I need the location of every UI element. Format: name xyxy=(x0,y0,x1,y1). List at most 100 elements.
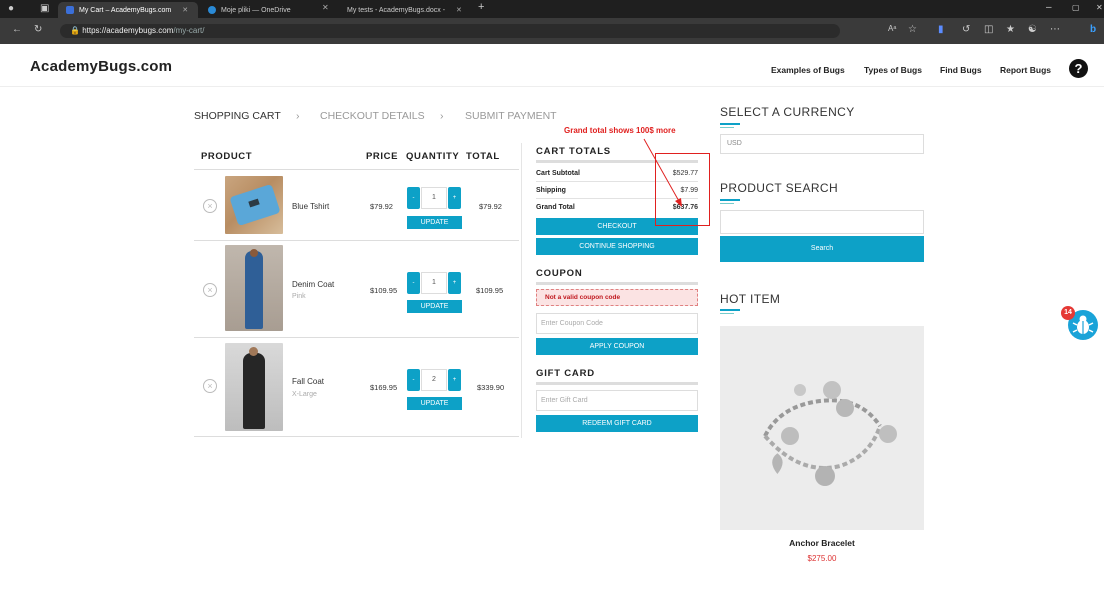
continue-shopping-button[interactable]: CONTINUE SHOPPING xyxy=(536,238,698,255)
qty-input[interactable]: 1 xyxy=(421,272,447,294)
title-accent xyxy=(720,127,734,128)
favorite-star-icon[interactable]: ☆ xyxy=(908,24,917,35)
restore-icon[interactable]: ▢ xyxy=(1072,3,1080,12)
shipping-label: Shipping xyxy=(536,187,566,194)
qty-plus-button[interactable]: + xyxy=(448,369,461,391)
denim-coat-shape xyxy=(245,251,263,329)
nav-find-bugs[interactable]: Find Bugs xyxy=(940,65,982,75)
qty-minus-button[interactable]: - xyxy=(407,272,420,294)
product-price: $109.95 xyxy=(370,286,398,295)
table-divider xyxy=(194,337,519,338)
gift-card-input[interactable]: Enter Gift Card xyxy=(536,390,698,411)
coupon-title: COUPON xyxy=(536,268,583,279)
title-accent xyxy=(720,313,734,314)
subtotal-label: Cart Subtotal xyxy=(536,170,580,177)
product-name[interactable]: Blue Tshirt xyxy=(292,202,329,211)
qty-input[interactable]: 2 xyxy=(421,369,447,391)
url-host: https://academybugs.com xyxy=(82,26,174,35)
split-screen-icon[interactable]: ◫ xyxy=(984,24,993,35)
url-field[interactable]: 🔒 https://academybugs.com/my-cart/ xyxy=(60,24,840,38)
workspaces-icon[interactable]: ▣ xyxy=(40,3,49,14)
product-thumbnail[interactable] xyxy=(225,176,283,234)
bitwarden-extension-icon[interactable]: ▮ xyxy=(938,24,944,35)
title-accent xyxy=(720,123,740,125)
bing-copilot-icon[interactable]: b xyxy=(1090,24,1096,35)
product-search-input[interactable] xyxy=(720,210,924,234)
browser-address-bar: ← ↻ 🔒 https://academybugs.com/my-cart/ A… xyxy=(0,18,1104,44)
new-tab-button[interactable]: + xyxy=(478,1,484,13)
product-thumbnail[interactable] xyxy=(225,343,283,431)
site-logo[interactable]: AcademyBugs.com xyxy=(30,58,172,75)
step-checkout-details: CHECKOUT DETAILS xyxy=(320,110,425,122)
qty-input[interactable]: 1 xyxy=(421,187,447,209)
col-header-total: TOTAL xyxy=(466,151,500,162)
product-variant: Pink xyxy=(292,293,306,300)
back-icon[interactable]: ← xyxy=(12,24,22,35)
tab-onedrive[interactable]: Moje pliki — OneDrive xyxy=(200,2,318,18)
update-button[interactable]: UPDATE xyxy=(407,216,462,229)
close-tab-icon[interactable]: ✕ xyxy=(456,6,462,14)
hot-item-image[interactable] xyxy=(720,326,924,530)
bug-annotation-text: Grand total shows 100$ more xyxy=(564,126,676,135)
minimize-icon[interactable]: – xyxy=(1046,2,1052,13)
close-window-icon[interactable]: ✕ xyxy=(1096,3,1103,12)
read-aloud-icon[interactable]: Aᵃ xyxy=(888,24,896,33)
apply-coupon-button[interactable]: APPLY COUPON xyxy=(536,338,698,355)
product-price: $79.92 xyxy=(370,202,393,211)
cart-totals-title: CART TOTALS xyxy=(536,146,611,157)
nav-examples-of-bugs[interactable]: Examples of Bugs xyxy=(771,65,845,75)
product-name[interactable]: Denim Coat xyxy=(292,280,334,289)
product-total: $339.90 xyxy=(477,383,505,392)
title-accent xyxy=(720,203,734,204)
tab-label: My Cart – AcademyBugs.com xyxy=(79,6,172,14)
hot-item-name[interactable]: Anchor Bracelet xyxy=(720,538,924,548)
close-tab-icon[interactable]: ✕ xyxy=(182,6,188,14)
model-head xyxy=(249,347,258,356)
product-search-title: PRODUCT SEARCH xyxy=(720,181,839,195)
remove-item-icon[interactable]: × xyxy=(203,283,217,297)
tab-label: Moje pliki — OneDrive xyxy=(221,6,291,14)
coupon-error-message: Not a valid coupon code xyxy=(536,289,698,306)
currency-select[interactable]: USD xyxy=(720,134,924,154)
qty-minus-button[interactable]: - xyxy=(407,369,420,391)
profile-icon[interactable]: ● xyxy=(8,3,14,14)
extension-icon[interactable]: ↺ xyxy=(962,24,970,35)
title-accent xyxy=(720,199,740,201)
remove-item-icon[interactable]: × xyxy=(203,379,217,393)
nav-types-of-bugs[interactable]: Types of Bugs xyxy=(864,65,922,75)
step-shopping-cart: SHOPPING CART xyxy=(194,110,281,122)
favorites-icon[interactable]: ★ xyxy=(1006,24,1015,35)
update-button[interactable]: UPDATE xyxy=(407,300,462,313)
qty-plus-button[interactable]: + xyxy=(448,187,461,209)
more-menu-icon[interactable]: ⋯ xyxy=(1050,24,1060,35)
coupon-code-input[interactable]: Enter Coupon Code xyxy=(536,313,698,334)
help-icon[interactable]: ? xyxy=(1069,59,1088,78)
url-path: /my-cart/ xyxy=(173,26,205,35)
qty-minus-button[interactable]: - xyxy=(407,187,420,209)
product-thumbnail[interactable] xyxy=(225,245,283,331)
refresh-icon[interactable]: ↻ xyxy=(34,24,42,35)
grand-total-label: Grand Total xyxy=(536,204,575,211)
table-divider xyxy=(194,169,519,170)
collections-icon[interactable]: ☯ xyxy=(1028,24,1037,35)
product-name[interactable]: Fall Coat xyxy=(292,377,324,386)
qty-plus-button[interactable]: + xyxy=(448,272,461,294)
lock-icon: 🔒 xyxy=(70,26,80,35)
redeem-gift-card-button[interactable]: REDEEM GIFT CARD xyxy=(536,415,698,432)
tab-my-cart[interactable]: My Cart – AcademyBugs.com ✕ xyxy=(58,2,198,18)
close-tab-icon[interactable]: ✕ xyxy=(322,3,329,12)
update-button[interactable]: UPDATE xyxy=(407,397,462,410)
search-button[interactable]: Search xyxy=(720,236,924,262)
remove-item-icon[interactable]: × xyxy=(203,199,217,213)
table-divider xyxy=(194,436,519,437)
tab-word-doc[interactable]: My tests - AcademyBugs.docx - ✕ xyxy=(334,2,464,18)
title-accent xyxy=(720,309,740,311)
bracelet-illustration xyxy=(763,381,897,486)
step-submit-payment: SUBMIT PAYMENT xyxy=(465,110,557,122)
table-divider xyxy=(194,240,519,241)
bug-annotation-arrow xyxy=(643,138,682,207)
column-divider xyxy=(521,143,522,438)
model-head xyxy=(250,249,258,257)
nav-report-bugs[interactable]: Report Bugs xyxy=(1000,65,1051,75)
hot-item-title: HOT ITEM xyxy=(720,292,781,306)
